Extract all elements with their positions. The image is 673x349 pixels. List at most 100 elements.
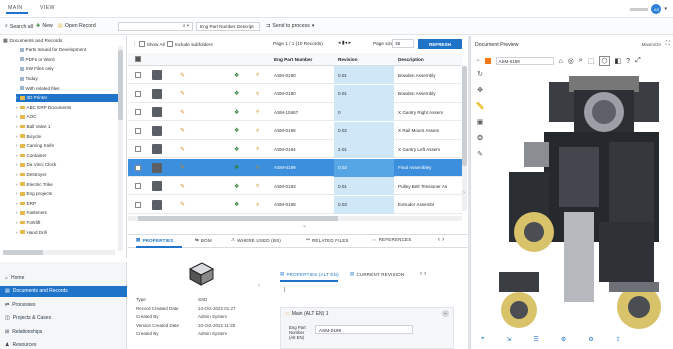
tree-item[interactable]: › Hand Drill: [16, 228, 106, 236]
expand-icon[interactable]: ›: [16, 95, 18, 100]
expand-icon[interactable]: ›: [16, 114, 18, 119]
tree-item[interactable]: › AOC: [16, 113, 106, 121]
col-header-part[interactable]: Eng Part Number: [274, 56, 312, 63]
part-thumbnail[interactable]: [152, 125, 162, 136]
table-row[interactable]: ✎ ❖ ⚲ ASM-0196 0.02 X Rail Mount Assem: [128, 121, 462, 140]
tab-where-used[interactable]: ⚠ WHERE USED (BS): [231, 237, 281, 243]
part-thumbnail[interactable]: [152, 199, 162, 210]
markup-icon[interactable]: ✎: [477, 150, 483, 158]
pan-icon[interactable]: ✥: [477, 86, 483, 94]
expand-icon[interactable]: ›: [16, 210, 18, 215]
edit-cell[interactable]: ✎: [180, 66, 185, 84]
part-thumbnail[interactable]: [152, 107, 162, 117]
open-record-button[interactable]: ▤ Open Record: [58, 23, 96, 29]
tree-item[interactable]: Today: [20, 75, 110, 83]
pencil-icon[interactable]: ✎: [180, 164, 185, 171]
show-all-checkbox[interactable]: [138, 41, 145, 47]
table-row[interactable]: ✎ ❖ ⚲ ASM-0190 0.01 Bowden Assembly: [128, 84, 462, 103]
properties-icon[interactable]: ⚙: [561, 336, 566, 343]
row-checkbox-cell[interactable]: [135, 85, 141, 103]
pencil-icon[interactable]: ✎: [180, 201, 185, 208]
panel-splitter[interactable]: [468, 36, 470, 349]
file-select[interactable]: ASM-0199: [495, 57, 554, 65]
expand-icon[interactable]: ›: [16, 153, 18, 158]
expand-icon[interactable]: ›: [16, 182, 18, 187]
tab-current-revision[interactable]: ▤ CURRENT REVISION: [350, 271, 404, 277]
part-thumbnail[interactable]: [152, 88, 162, 99]
select-all-box[interactable]: [135, 56, 141, 62]
row-checkbox-cell[interactable]: [135, 159, 141, 177]
tree-item[interactable]: › 3D Printer: [16, 94, 118, 102]
tree-item[interactable]: › Container: [16, 152, 106, 160]
table-row[interactable]: ✎ ❖ ⚲ ASM-0193 0.01 Pulley Belt Tensioner As: [128, 177, 462, 195]
nav-item[interactable]: ⊞ Relationships: [0, 326, 127, 337]
overflow-icon[interactable]: ⋮: [132, 41, 137, 47]
explode-icon[interactable]: ❂: [477, 134, 483, 142]
part-thumbnail[interactable]: [152, 162, 162, 173]
expand-icon[interactable]: ›: [16, 134, 18, 139]
tab-properties-alt[interactable]: ▤ PROPERTIES (ALT EN): [280, 271, 339, 277]
table-row[interactable]: ✎ ❖ ⚲ ASM-10467 0 X Gantry Right Assem: [128, 103, 462, 121]
tree-item[interactable]: › Electric Trike: [16, 180, 106, 188]
help-icon[interactable]: ?: [626, 58, 630, 65]
tree-item[interactable]: › Da Vinci Clock: [16, 161, 106, 169]
eng-part-field[interactable]: ASM-0199: [315, 325, 413, 334]
model-browser-icon[interactable]: ☰: [533, 336, 538, 343]
tab-bom[interactable]: ⇆ BOM: [195, 237, 212, 243]
nav-item[interactable]: ◫ Projects & Cases: [0, 313, 127, 324]
tree-item[interactable]: Parts Issued for Development: [20, 46, 110, 54]
walk-icon[interactable]: ⇲: [506, 336, 511, 343]
pencil-icon[interactable]: ✎: [180, 127, 185, 134]
search-input[interactable]: ⌕ ▾: [118, 22, 193, 31]
fullscreen-icon[interactable]: ⤢: [635, 57, 641, 65]
table-row[interactable]: ✎ ❖ ⚲ ASM-0199 0.02 Final Assembley: [128, 158, 462, 177]
edit-cell[interactable]: ✎: [180, 159, 185, 177]
row-checkbox-cell[interactable]: [135, 66, 141, 84]
select-icon[interactable]: ⬚: [588, 57, 595, 65]
part-thumbnail[interactable]: [152, 144, 162, 154]
part-thumbnail[interactable]: [152, 181, 162, 191]
orbit-icon[interactable]: ⌖: [481, 336, 484, 343]
settings-icon[interactable]: ⚙: [588, 336, 593, 343]
tab-view[interactable]: VIEW: [40, 5, 55, 11]
expand-icon[interactable]: ›: [16, 143, 18, 148]
send-to-process-button[interactable]: ⇉ Send to process ▾: [266, 23, 314, 29]
pencil-icon[interactable]: ✎: [180, 72, 185, 79]
tree-item[interactable]: › ERP: [16, 200, 106, 208]
expand-icon[interactable]: ›: [16, 172, 18, 177]
row-checkbox-cell[interactable]: [135, 122, 141, 140]
chevron-down-icon[interactable]: ▾: [664, 6, 667, 12]
chevron-down-icon[interactable]: ⌄: [302, 222, 307, 229]
edit-cell[interactable]: ✎: [180, 196, 185, 214]
collapse-icon[interactable]: −: [476, 58, 480, 64]
nav-item[interactable]: ⇄ Processes: [0, 299, 127, 310]
row-checkbox[interactable]: [135, 146, 141, 152]
edit-cell[interactable]: ✎: [180, 122, 185, 140]
edit-cell[interactable]: ✎: [180, 140, 185, 158]
pencil-icon[interactable]: ✎: [180, 90, 185, 97]
user-area[interactable]: AS ▾: [630, 4, 667, 14]
edit-cell[interactable]: ✎: [180, 103, 185, 121]
tree-item[interactable]: › Destroyer: [16, 171, 106, 179]
refresh-button[interactable]: REFRESH: [418, 39, 462, 49]
col-header-revision[interactable]: Revision: [338, 56, 358, 63]
table-row[interactable]: ✎ ❖ ⚲ ASM-0190 0.01 Bowden Assembly: [128, 66, 462, 84]
row-checkbox[interactable]: [135, 201, 141, 208]
part-thumbnail[interactable]: [152, 70, 162, 80]
maximize-icon[interactable]: ⛶: [666, 41, 670, 48]
row-checkbox[interactable]: [135, 72, 141, 78]
table-row[interactable]: ✎ ❖ ⚲ ASM-0194 2.01 X Gantry Left Assem: [128, 140, 462, 158]
main-section-header[interactable]: ▭ Main (ALT EN) 1: [285, 311, 329, 317]
search-all-button[interactable]: ⌕ Search all: [5, 23, 33, 30]
pencil-icon[interactable]: ✎: [180, 109, 185, 116]
tree-item[interactable]: SW Files only: [20, 65, 110, 73]
tree-item[interactable]: › ABC ERP Documents: [16, 104, 106, 112]
view-cube-icon[interactable]: ⬡: [599, 56, 610, 66]
collapse-icon[interactable]: −: [442, 310, 449, 317]
include-subfolders-checkbox[interactable]: [166, 41, 173, 47]
search-mode-select[interactable]: Eng Part Number Descript: [196, 22, 260, 31]
row-checkbox[interactable]: [135, 183, 141, 189]
row-checkbox-cell[interactable]: [135, 103, 141, 121]
edit-cell[interactable]: ✎: [180, 177, 185, 195]
tree-item[interactable]: With related files: [20, 84, 110, 92]
